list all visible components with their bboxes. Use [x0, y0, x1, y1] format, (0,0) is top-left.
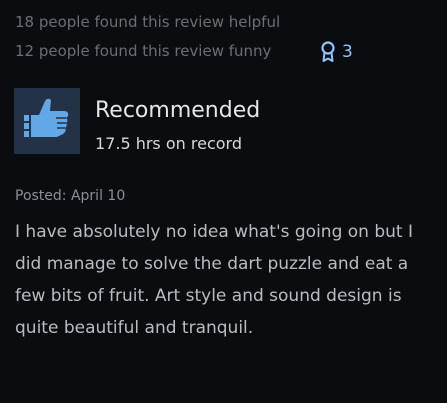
- award-count: 3: [342, 42, 353, 62]
- award-ribbon-icon: [320, 41, 336, 63]
- recommendation-verdict[interactable]: Recommended: [95, 98, 260, 123]
- helpful-count-text: 18 people found this review helpful: [15, 13, 281, 31]
- recommended-thumb-box: [14, 88, 80, 154]
- posted-date: Posted: April 10: [15, 188, 126, 204]
- review-body-text: I have absolutely no idea what's going o…: [15, 222, 413, 338]
- hours-on-record: 17.5 hrs on record: [95, 134, 242, 153]
- review-card: 18 people found this review helpful 12 p…: [0, 0, 447, 403]
- funny-count-text: 12 people found this review funny: [15, 42, 272, 60]
- award-badge[interactable]: 3: [320, 41, 353, 63]
- thumbs-up-icon: [21, 93, 73, 149]
